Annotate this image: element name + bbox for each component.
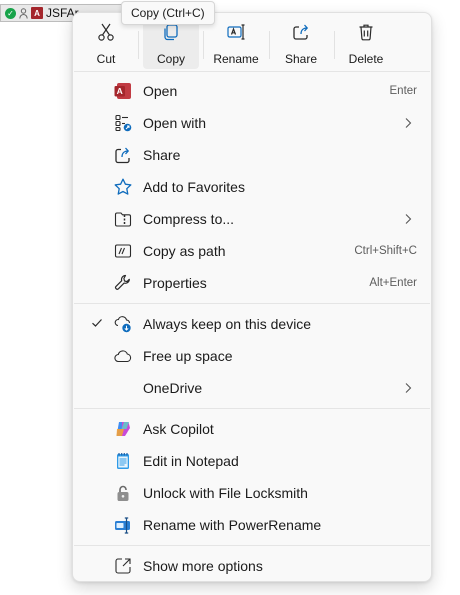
cloud-sync-icon [113, 314, 133, 334]
menu-item-edit-in-notepad[interactable]: Edit in Notepad [77, 446, 427, 476]
menu-separator [74, 303, 430, 304]
menu-item-open-with[interactable]: Open with [77, 108, 427, 138]
quick-separator [203, 31, 204, 59]
menu-item-copy-as-path[interactable]: Copy as path Ctrl+Shift+C [77, 236, 427, 266]
shortcut-text: Enter [389, 85, 418, 97]
open-with-icon [113, 113, 133, 133]
menu-item-label: Add to Favorites [143, 179, 245, 195]
menu-item-show-more-options[interactable]: Show more options [77, 551, 427, 581]
cut-button[interactable]: Cut [78, 19, 134, 69]
share-button[interactable]: Share [273, 19, 329, 69]
menu-item-label: Open with [143, 115, 207, 131]
copilot-icon [113, 419, 133, 439]
rename-button[interactable]: Rename [208, 19, 264, 69]
menu-item-label: Edit in Notepad [143, 453, 239, 469]
chevron-right-icon [403, 212, 413, 226]
menu-item-share[interactable]: Share [77, 140, 427, 170]
menu-separator [74, 71, 430, 72]
menu-item-onedrive[interactable]: OneDrive [77, 373, 427, 403]
copy-button[interactable]: Copy [143, 19, 199, 69]
chevron-right-icon [403, 116, 413, 130]
menu-item-always-keep-on-device[interactable]: Always keep on this device [77, 309, 427, 339]
zip-folder-icon [113, 209, 133, 229]
trash-icon [355, 21, 377, 43]
checkmark-icon [90, 317, 104, 331]
menu-item-label: Compress to... [143, 211, 235, 227]
delete-button[interactable]: Delete [338, 19, 394, 69]
menu-separator [74, 408, 430, 409]
menu-item-unlock-with-file-locksmith[interactable]: Unlock with File Locksmith [77, 478, 427, 508]
cloud-icon [113, 346, 133, 366]
menu-item-ask-copilot[interactable]: Ask Copilot [77, 414, 427, 444]
delete-label: Delete [348, 52, 384, 66]
context-menu: Cut Copy Rename Share Delete A Open Ente… [72, 12, 432, 582]
menu-separator [74, 545, 430, 546]
person-icon [19, 7, 28, 19]
share-icon [113, 145, 133, 165]
notepad-icon [113, 451, 133, 471]
power-rename-icon [113, 515, 133, 535]
menu-item-label: Unlock with File Locksmith [143, 485, 308, 501]
wrench-icon [113, 273, 133, 293]
share-icon [290, 21, 312, 43]
menu-item-rename-with-powerrename[interactable]: Rename with PowerRename [77, 510, 427, 540]
rename-label: Rename [213, 52, 259, 66]
share-label: Share [284, 52, 318, 66]
access-app-icon: A [113, 81, 133, 101]
menu-item-compress-to[interactable]: Compress to... [77, 204, 427, 234]
menu-item-label: Free up space [143, 348, 233, 364]
tooltip: Copy (Ctrl+C) [121, 1, 215, 25]
shortcut-text: Alt+Enter [369, 277, 417, 289]
sync-status-icon: ✓ [5, 7, 16, 19]
menu-item-label: Ask Copilot [143, 421, 214, 437]
quick-separator [269, 31, 270, 59]
chevron-right-icon [403, 381, 413, 395]
quick-separator [334, 31, 335, 59]
quick-separator [138, 31, 139, 59]
menu-item-label: Share [143, 147, 181, 163]
access-file-icon: A [31, 7, 43, 19]
menu-item-label: Always keep on this device [143, 316, 312, 332]
copy-label: Copy [156, 52, 185, 66]
menu-item-label: Show more options [143, 558, 263, 574]
lock-icon [113, 483, 133, 503]
menu-item-label: Rename with PowerRename [143, 517, 322, 533]
menu-item-add-to-favorites[interactable]: Add to Favorites [77, 172, 427, 202]
scissors-icon [95, 21, 117, 43]
menu-item-open[interactable]: A Open Enter [77, 76, 427, 106]
star-icon [113, 177, 133, 197]
copy-path-icon [113, 241, 133, 261]
shortcut-text: Ctrl+Shift+C [354, 245, 417, 257]
menu-item-label: OneDrive [143, 380, 203, 396]
menu-item-properties[interactable]: Properties Alt+Enter [77, 268, 427, 298]
rename-icon [225, 21, 247, 43]
cut-label: Cut [96, 52, 116, 66]
menu-item-free-up-space[interactable]: Free up space [77, 341, 427, 371]
menu-item-label: Open [143, 83, 178, 99]
more-options-icon [113, 556, 133, 576]
svg-text:A: A [117, 86, 123, 96]
menu-item-label: Copy as path [143, 243, 226, 259]
menu-item-label: Properties [143, 275, 207, 291]
